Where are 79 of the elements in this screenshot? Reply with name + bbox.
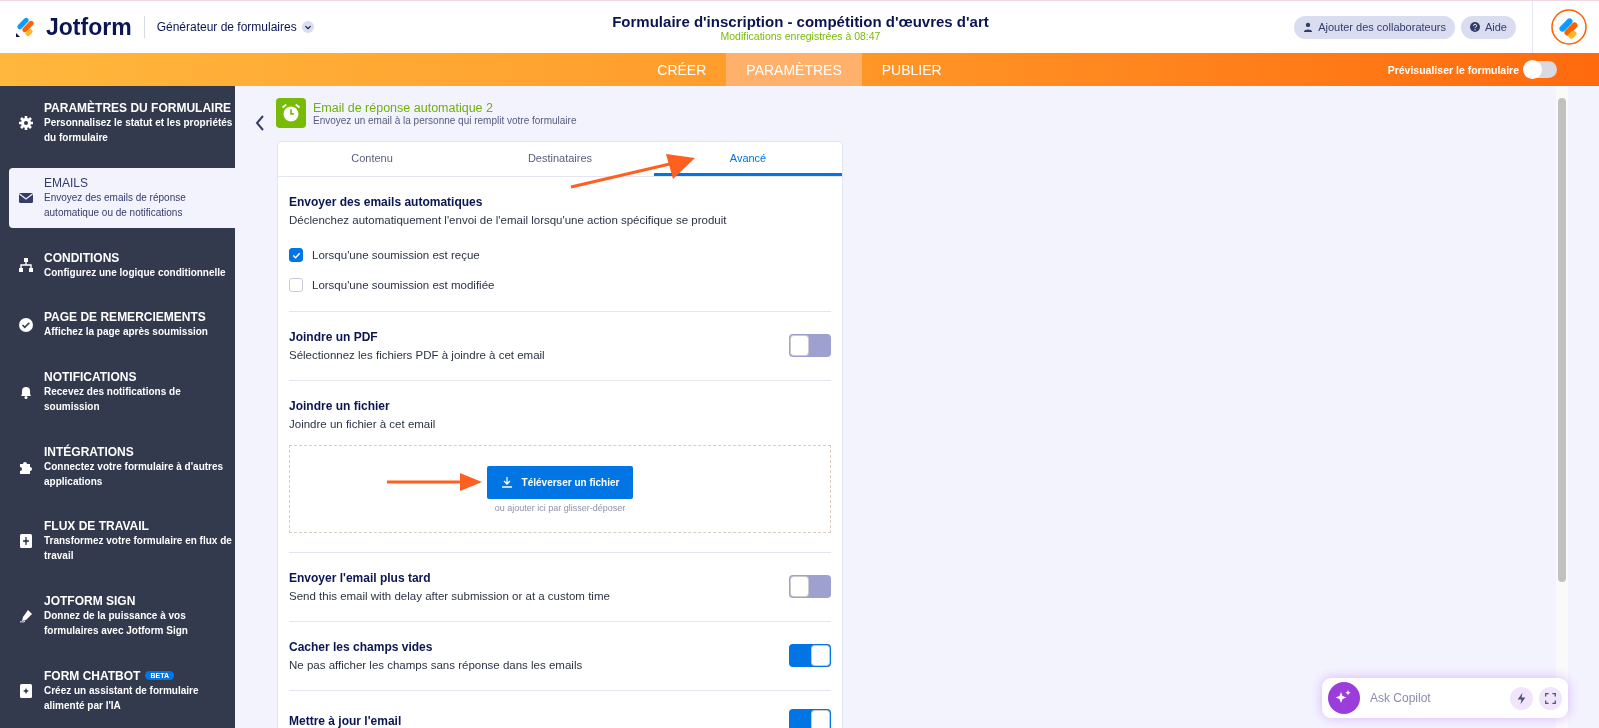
help-icon — [1469, 22, 1480, 32]
checkbox-label: Lorsqu'une soumission est reçue — [312, 249, 480, 261]
sidebar-item-title: CONDITIONS — [44, 250, 120, 265]
sidebar-item-description: Créez un assistant de formulaire alimenté par l'IA — [44, 683, 200, 713]
sidebar-item[interactable]: FLUX DE TRAVAIL Transformez votre formulaire en flux de travail — [9, 511, 235, 572]
caret-icon — [301, 21, 314, 33]
expand-icon[interactable] — [1539, 686, 1562, 710]
workflow-icon — [18, 533, 34, 550]
save-status: Modifications enregistrées à 08:47 — [720, 29, 882, 42]
section-description: Send this email with delay after submission or at a custom time — [289, 590, 610, 602]
user-icon — [1303, 22, 1314, 32]
email-title: Email de réponse automatique 2 — [313, 100, 494, 115]
sidebar-item[interactable]: PARAMÈTRES DU FORMULAIRE Personnalisez le statut et les propriétés du formulaire — [9, 93, 235, 154]
sidebar-item-title: INTÉGRATIONS — [44, 444, 134, 459]
preview-toggle[interactable] — [1525, 61, 1557, 78]
gear-icon — [18, 115, 34, 132]
checkbox[interactable] — [289, 278, 303, 292]
sidebar-item-title: PARAMÈTRES DU FORMULAIRE — [44, 101, 232, 116]
toggle-switch[interactable] — [789, 334, 831, 357]
email-subtitle: Envoyez un email à la personne qui remplit votre formulaire — [313, 114, 577, 126]
sidebar-item-title: EMAILS — [44, 176, 88, 190]
builder-menu[interactable]: Générateur de formulaires — [156, 20, 314, 34]
sidebar-item-title: FORM CHATBOT — [44, 668, 141, 683]
section-description: Sélectionnez les fichiers PDF à joindre à cet email — [289, 349, 545, 361]
sidebar-item[interactable]: NOTIFICATIONS Recevez des notifications de soumission — [9, 361, 235, 422]
drop-zone[interactable]: Téléverser un fichier ou ajouter ici par glisser-déposer — [289, 445, 831, 533]
hierarchy-icon — [18, 257, 34, 274]
section-description: Déclenchez automatiquement l'envoi de l'email lorsqu'une action spécifique se produit — [289, 214, 727, 226]
section-description: Joindre un fichier à cet email — [289, 418, 436, 430]
sidebar-item-description: Transformez votre formulaire en flux de travail — [44, 534, 233, 564]
sidebar-item[interactable]: EMAILS Envoyez des emails de réponse automatique ou de notifications — [9, 168, 235, 228]
scrollbar-thumb[interactable] — [1558, 98, 1566, 582]
section-title: Envoyer des emails automatiques — [289, 195, 484, 209]
brand-name: Jotform — [46, 13, 132, 41]
upload-button[interactable]: Téléverser un fichier — [486, 465, 634, 499]
sparkle-icon — [1328, 682, 1360, 714]
lightning-icon[interactable] — [1510, 686, 1533, 710]
sidebar-item[interactable]: PAGE DE REMERCIEMENTS Affichez la page après soumission — [9, 302, 235, 348]
toggle-switch[interactable] — [789, 709, 831, 728]
drop-hint: ou ajouter ici par glisser-déposer — [494, 502, 626, 513]
avatar-icon[interactable] — [1551, 9, 1587, 45]
section-title: Joindre un fichier — [289, 399, 391, 413]
sidebar-item-description: Configurez une logique conditionnelle — [44, 265, 226, 280]
toggle-switch[interactable] — [789, 644, 831, 667]
check-circle-icon — [18, 316, 34, 333]
section-description: Ne pas afficher les champs sans réponse dans les emails — [289, 659, 583, 671]
envelope-icon — [18, 190, 34, 206]
sidebar-item-description: Connectez votre formulaire à d'autres applications — [44, 459, 225, 489]
sidebar-item-title: JOTFORM SIGN — [44, 593, 136, 608]
sidebar-item-description: Personnalisez le statut et les propriétés du formulaire — [44, 116, 234, 146]
sidebar-item-description: Affichez la page après soumission — [44, 325, 208, 340]
sidebar-item[interactable]: JOTFORM SIGN Donnez de la puissance à vos formulaires avec Jotform Sign — [9, 585, 235, 646]
section-title: Joindre un PDF — [289, 330, 379, 344]
sidebar-item-title: PAGE DE REMERCIEMENTS — [44, 310, 206, 325]
tab[interactable]: Contenu — [278, 142, 466, 176]
sidebar-item[interactable]: INTÉGRATIONS Connectez votre formulaire à d'autres applications — [9, 436, 235, 497]
alarm-clock-icon — [276, 98, 306, 128]
sidebar-item-description: Donnez de la puissance à vos formulaires avec Jotform Sign — [44, 608, 189, 638]
help-button[interactable]: Aide — [1460, 15, 1516, 39]
preview-label: Prévisualiser le formulaire — [1387, 63, 1519, 76]
sidebar-item-description: Envoyez des emails de réponse automatique ou de notifications — [44, 191, 187, 220]
sidebar-item[interactable]: CONDITIONS Configurez une logique conditionnelle — [9, 242, 235, 288]
sidebar-item-title: NOTIFICATIONS — [44, 369, 137, 384]
sparkle-card-icon — [18, 682, 34, 699]
download-icon — [500, 476, 513, 488]
checkbox[interactable] — [289, 248, 303, 262]
section-title: Mettre à jour l'email — [289, 713, 402, 728]
section-title: Cacher les champs vides — [289, 640, 434, 654]
sidebar-item-description: Recevez des notifications de soumission — [44, 384, 182, 414]
pen-icon — [18, 607, 34, 624]
tab[interactable]: Destinataires — [466, 142, 654, 176]
sidebar-item-title: FLUX DE TRAVAIL — [44, 519, 149, 534]
toggle-switch[interactable] — [789, 575, 831, 598]
back-icon[interactable] — [255, 115, 265, 131]
collaborators-button[interactable]: Ajouter des collaborateurs — [1294, 15, 1455, 39]
section-title: Envoyer l'email plus tard — [289, 571, 432, 585]
checkbox-label: Lorsqu'une soumission est modifiée — [312, 279, 495, 291]
copilot-placeholder: Ask Copilot — [1370, 691, 1432, 705]
form-title: Formulaire d'inscription - compétition d'œuvres d'art — [611, 12, 990, 30]
